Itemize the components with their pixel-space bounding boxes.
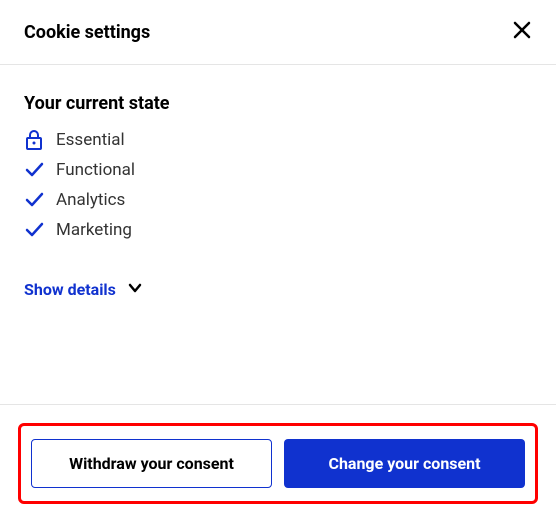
modal-content: Your current state Essential: [0, 65, 556, 404]
category-label: Marketing: [56, 220, 132, 240]
category-label: Analytics: [56, 190, 125, 210]
show-details-label: Show details: [24, 280, 116, 299]
close-icon: [512, 20, 532, 44]
modal-footer: Withdraw your consent Change your consen…: [0, 404, 556, 522]
close-button[interactable]: [508, 18, 536, 46]
check-icon: [24, 220, 44, 240]
category-essential: Essential: [24, 130, 532, 150]
category-analytics: Analytics: [24, 190, 532, 210]
lock-icon: [24, 130, 44, 150]
category-list: Essential Functional Analytics: [24, 130, 532, 240]
footer-highlight: Withdraw your consent Change your consen…: [18, 423, 538, 504]
withdraw-consent-button[interactable]: Withdraw your consent: [31, 439, 272, 488]
check-icon: [24, 160, 44, 180]
category-label: Essential: [56, 130, 125, 150]
chevron-down-icon: [128, 280, 142, 299]
category-functional: Functional: [24, 160, 532, 180]
check-icon: [24, 190, 44, 210]
cookie-settings-modal: Cookie settings Your current state: [0, 0, 556, 522]
category-marketing: Marketing: [24, 220, 532, 240]
category-label: Functional: [56, 160, 135, 180]
section-title: Your current state: [24, 93, 532, 114]
show-details-toggle[interactable]: Show details: [24, 280, 532, 299]
modal-title: Cookie settings: [24, 22, 150, 43]
modal-header: Cookie settings: [0, 0, 556, 65]
change-consent-button[interactable]: Change your consent: [284, 439, 525, 488]
